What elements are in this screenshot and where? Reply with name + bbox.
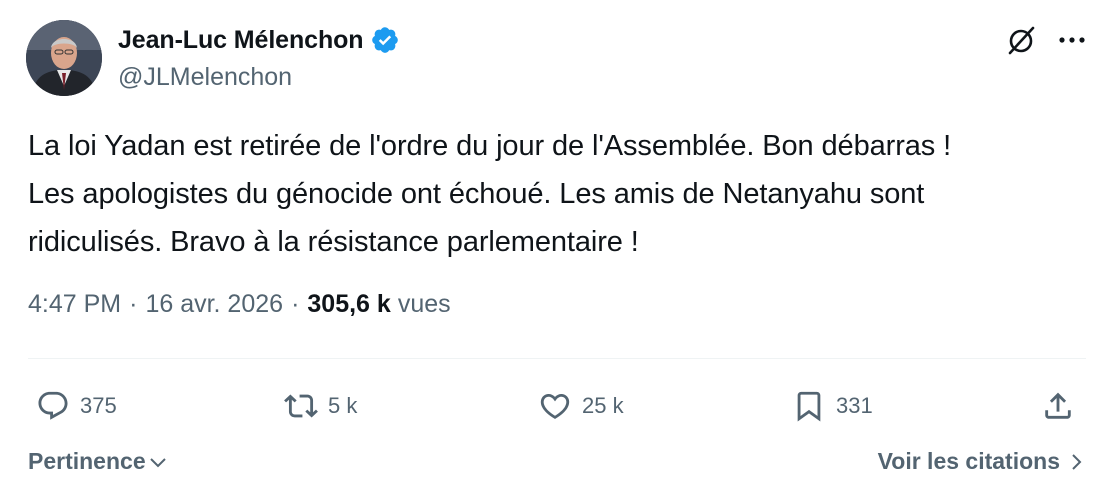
bookmark-icon xyxy=(797,391,821,422)
author-display-name[interactable]: Jean-Luc Mélenchon xyxy=(118,26,364,55)
views-count[interactable]: 305,6 k xyxy=(307,290,390,319)
avatar[interactable] xyxy=(26,20,102,96)
view-quotes-label: Voir les citations xyxy=(877,448,1060,474)
avatar-image xyxy=(26,20,102,96)
bookmark-button[interactable]: 331 xyxy=(792,384,873,428)
author-handle[interactable]: @JLMelenchon xyxy=(118,63,292,92)
tweet-text: La loi Yadan est retirée de l'ordre du j… xyxy=(28,130,952,258)
bookmark-count: 331 xyxy=(836,393,873,418)
chevron-down-icon xyxy=(149,457,166,467)
views-label: vues xyxy=(397,290,451,318)
reply-count: 375 xyxy=(80,393,117,418)
reply-icon xyxy=(38,391,68,420)
meta-separator: · xyxy=(129,290,138,318)
chevron-right-icon xyxy=(1072,453,1082,470)
verified-badge-icon[interactable] xyxy=(370,25,400,55)
retweet-count: 5 k xyxy=(328,393,358,418)
tweet-meta: 4:47 PM · 16 avr. 2026 · 305,6 k vues xyxy=(28,290,451,319)
author-name-row: Jean-Luc Mélenchon xyxy=(118,25,400,55)
like-count: 25 k xyxy=(582,393,624,418)
tweet-time[interactable]: 4:47 PM xyxy=(28,290,121,319)
view-quotes-link[interactable]: Voir les citations xyxy=(878,448,1086,475)
share-icon xyxy=(1045,392,1071,419)
sort-dropdown[interactable]: Pertinence xyxy=(28,448,168,475)
tweet-date[interactable]: 16 avr. 2026 xyxy=(145,290,283,319)
tweet-detail: Jean-Luc Mélenchon @JLMelenchon La loi Y… xyxy=(0,0,1114,495)
share-button[interactable] xyxy=(1041,384,1075,428)
retweet-icon xyxy=(284,394,318,418)
grok-icon[interactable] xyxy=(1005,24,1037,56)
retweet-button[interactable]: 5 k xyxy=(284,384,357,428)
sort-label: Pertinence xyxy=(28,448,146,474)
heart-icon xyxy=(540,393,570,419)
divider xyxy=(28,358,1086,359)
more-options-icon[interactable] xyxy=(1056,29,1088,51)
meta-separator: · xyxy=(291,290,300,318)
reply-button[interactable]: 375 xyxy=(36,384,117,428)
like-button[interactable]: 25 k xyxy=(538,384,624,428)
